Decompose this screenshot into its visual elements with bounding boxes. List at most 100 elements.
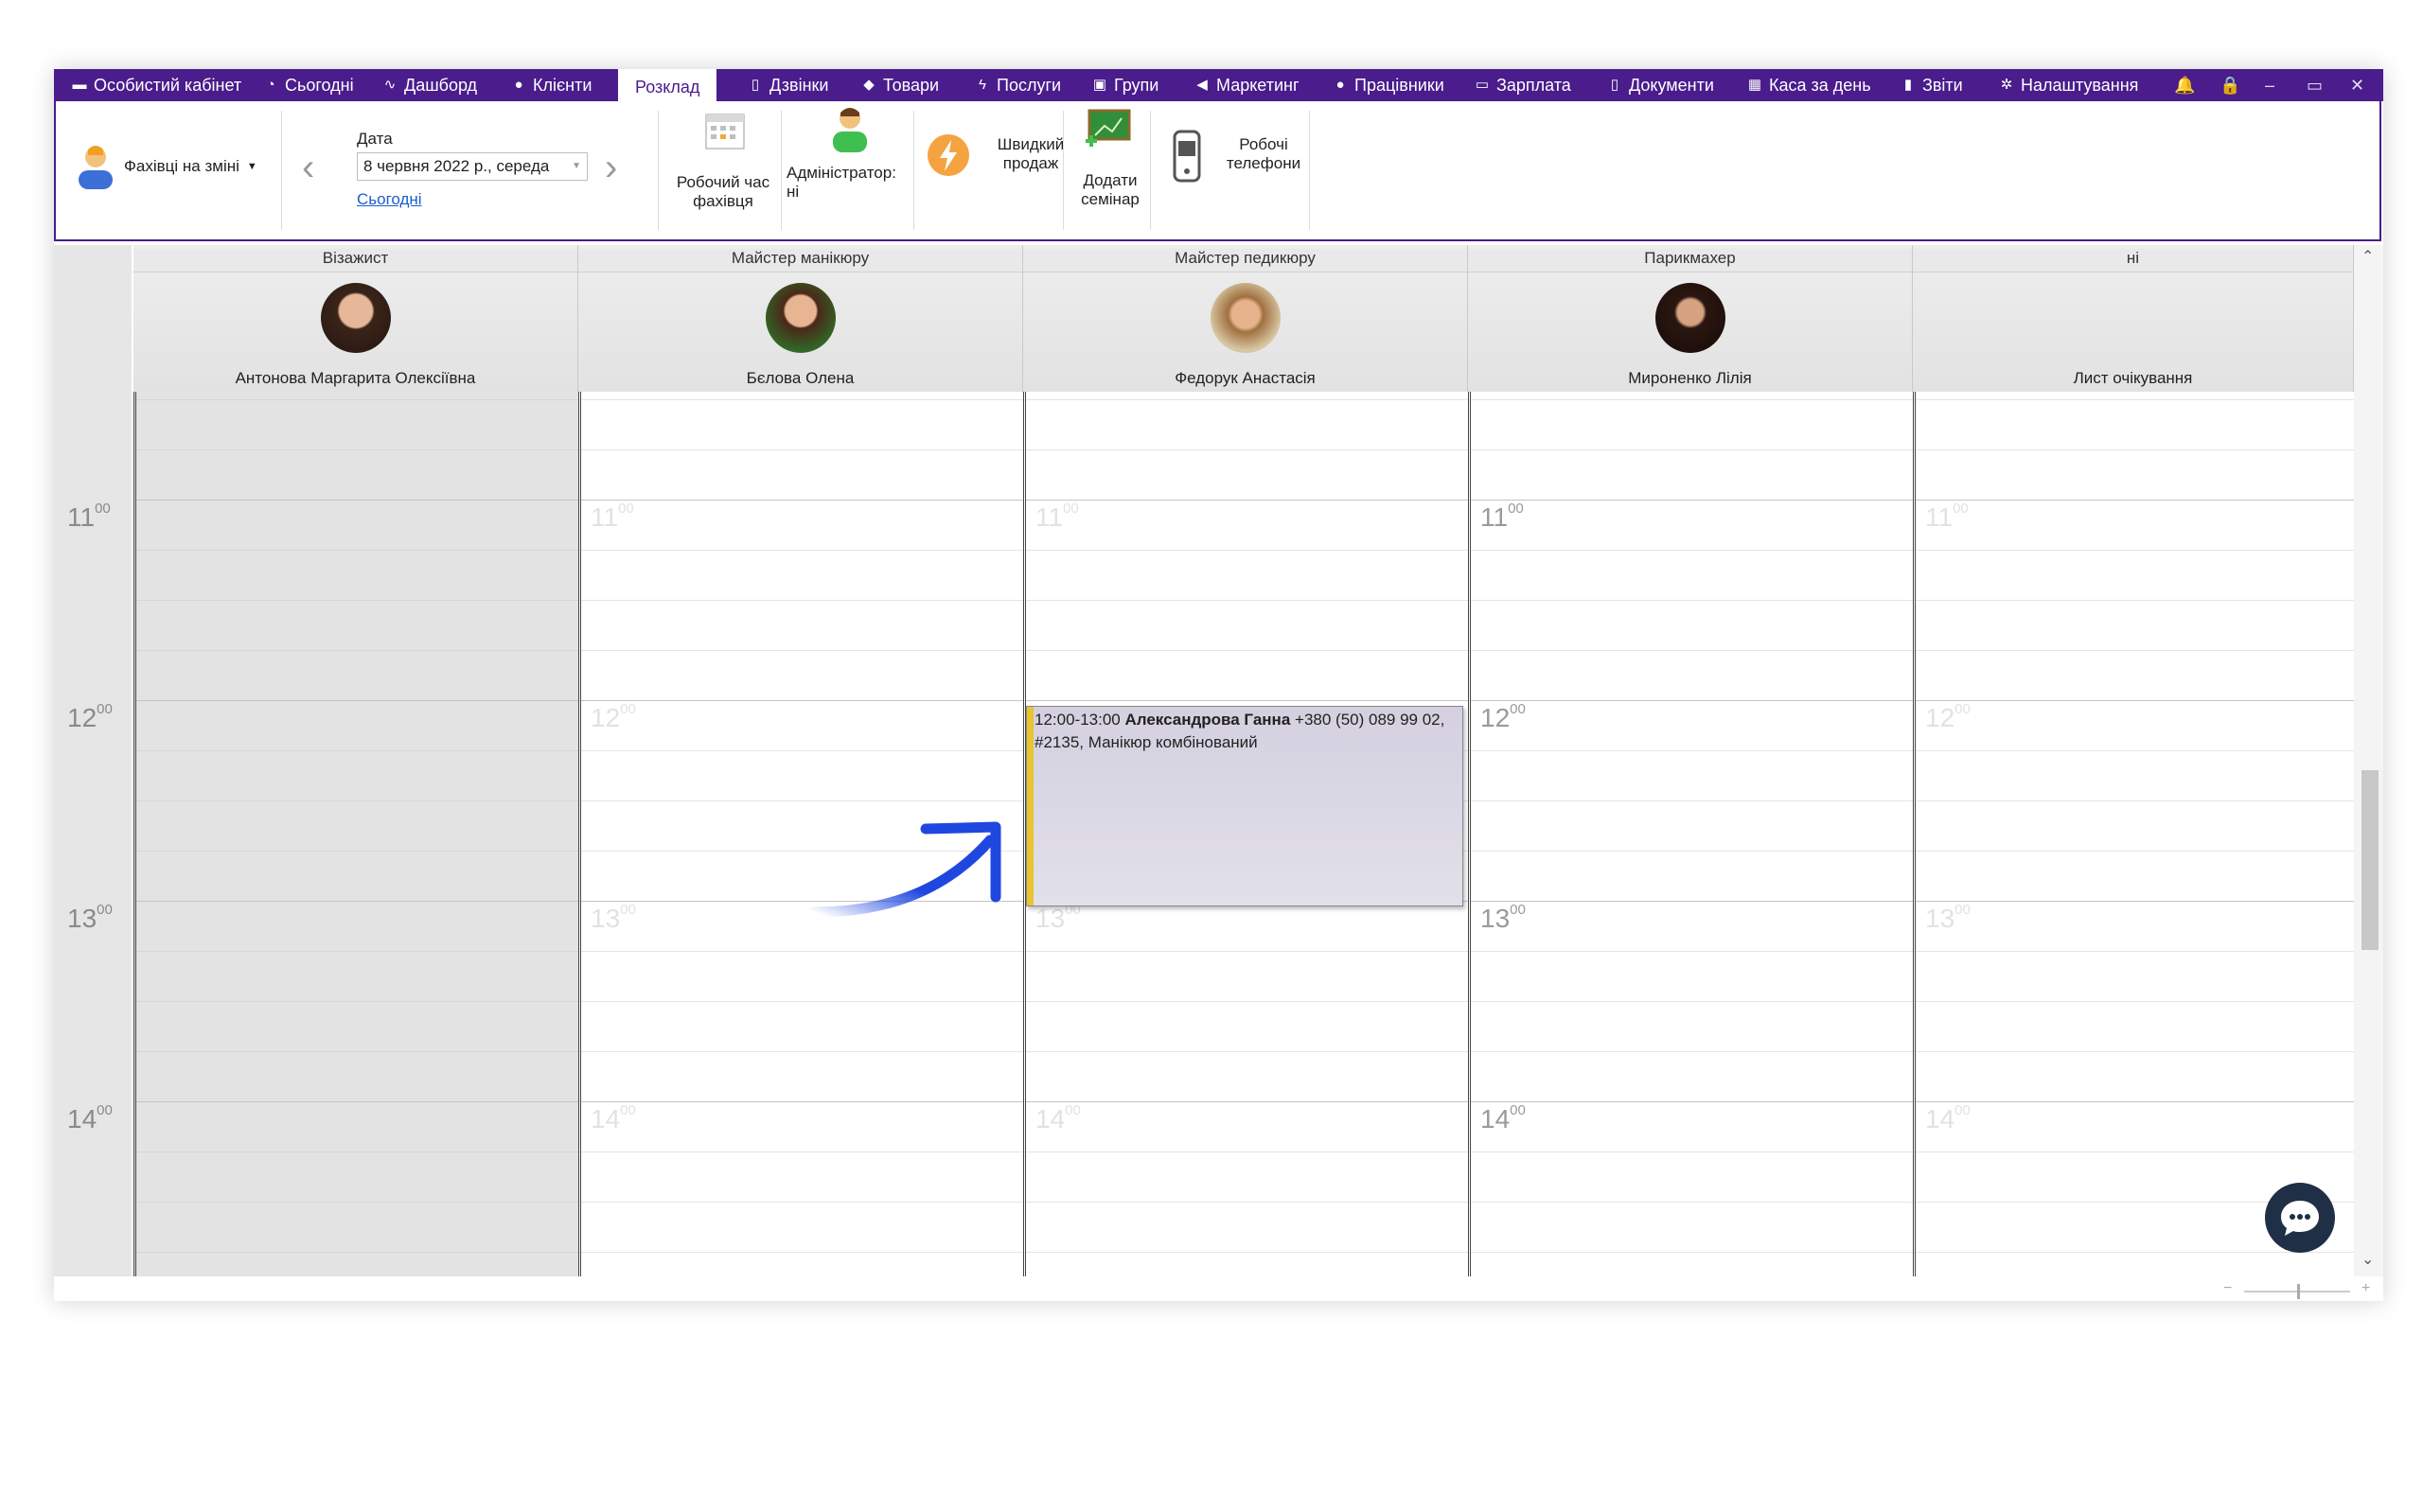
grid-line <box>581 1101 1023 1102</box>
hour-label: 1100 <box>591 501 634 532</box>
zoom-in-icon[interactable]: + <box>2361 1280 2370 1297</box>
separator <box>1150 111 1151 230</box>
avatar <box>1211 283 1281 353</box>
grid-line <box>1916 700 2354 701</box>
grid-line <box>1471 1001 1913 1002</box>
menu-employees[interactable]: ● Працівники <box>1332 69 1443 101</box>
grid-line <box>136 1252 578 1253</box>
menu-dashboard[interactable]: ∿ Дашборд <box>381 69 477 101</box>
grid-line <box>1471 700 1913 701</box>
grid-line <box>1471 750 1913 751</box>
schedule-column[interactable]: 1100 1200 1300 1400 <box>133 392 578 1276</box>
column-header[interactable]: Візажист Антонова Маргарита Олексіївна <box>133 245 578 392</box>
menu-salary[interactable]: ▭ Зарплата <box>1474 69 1571 101</box>
date-picker[interactable]: 8 червня 2022 р., середа ▼ <box>357 152 588 181</box>
menu-services[interactable]: ϟ Послуги <box>974 69 1061 101</box>
appointment-card[interactable]: 12:00-13:00 Александрова Ганна +380 (50)… <box>1026 706 1463 906</box>
grid-line <box>1471 500 1913 501</box>
time-label: 1200 <box>67 701 113 732</box>
minimize-button[interactable]: – <box>2265 69 2274 101</box>
scroll-up-icon[interactable]: ⌃ <box>2361 247 2374 266</box>
column-header[interactable]: Парикмахер Мироненко Лілія <box>1468 245 1913 392</box>
hour-label: 1300 <box>146 902 191 933</box>
grid-line <box>581 399 1023 400</box>
dropdown-arrow-icon: ▼ <box>246 161 257 172</box>
menu-settings[interactable]: ✲ Налаштування <box>1998 69 2139 101</box>
grid-line <box>581 951 1023 952</box>
grid-line <box>136 500 578 501</box>
specialists-on-shift-button[interactable]: Фахівці на зміні ▼ <box>75 143 257 190</box>
menu-personal-cabinet[interactable]: ▬ Особистий кабінет <box>71 69 242 101</box>
chat-icon <box>2281 1201 2319 1236</box>
grid-line <box>581 750 1023 751</box>
next-day-icon[interactable]: › <box>605 147 617 189</box>
scroll-down-icon[interactable]: ⌄ <box>2361 1250 2374 1269</box>
menu-marketing[interactable]: ◀ Маркетинг <box>1194 69 1299 101</box>
schedule-column[interactable]: 1100 1200 1300 1400 <box>1468 392 1913 1276</box>
grid-line <box>581 600 1023 601</box>
column-header[interactable]: ні Лист очікування <box>1913 245 2354 392</box>
person-icon <box>79 146 113 189</box>
work-phones-button[interactable]: Робочі телефони <box>1169 130 1358 196</box>
zoom-slider[interactable]: − + <box>2223 1280 2375 1301</box>
hour-label: 1400 <box>1925 1102 1971 1134</box>
main-menu: ▬ Особистий кабінет ◔ Сьогодні ∿ Дашборд ● К… <box>54 69 2383 105</box>
column-header[interactable]: Майстер манікюру Бєлова Олена <box>578 245 1023 392</box>
menu-calls[interactable]: ▯ Дзвінки <box>747 69 829 101</box>
close-button[interactable]: ✕ <box>2350 69 2364 101</box>
add-seminar-icon <box>1086 109 1131 147</box>
time-label: 1300 <box>67 902 113 933</box>
vertical-scrollbar[interactable]: ⌃ ⌄ <box>2354 245 2383 1276</box>
menu-cash-day[interactable]: ▦ Каса за день <box>1746 69 1871 101</box>
hour-label: 1300 <box>1480 902 1526 933</box>
grid-line <box>1471 650 1913 651</box>
admin-user-icon <box>833 108 867 152</box>
hour-label: 1200 <box>1925 701 1971 732</box>
grid-line <box>1471 1202 1913 1203</box>
menu-documents[interactable]: ▯ Документи <box>1606 69 1714 101</box>
today-link[interactable]: Сьогодні <box>357 190 422 209</box>
grid-line <box>1026 1051 1468 1052</box>
hour-label: 1200 <box>591 701 636 732</box>
bell-icon[interactable]: 🔔 <box>2174 69 2195 101</box>
separator <box>913 111 914 230</box>
time-column: 1100 1200 1300 1400 <box>54 245 132 1276</box>
schedule-column[interactable]: 1100 1300 1400 12:00-13:00 Александрова … <box>1023 392 1468 1276</box>
grid-line <box>136 650 578 651</box>
separator <box>281 111 282 230</box>
column-header[interactable]: Майстер педикюру Федорук Анастасія <box>1023 245 1468 392</box>
grid-line <box>1026 399 1468 400</box>
lock-icon[interactable]: 🔒 <box>2220 69 2240 101</box>
separator <box>781 111 782 230</box>
scroll-thumb[interactable] <box>2361 770 2379 950</box>
schedule-column[interactable]: 1100 1200 1300 1400 <box>1913 392 2354 1276</box>
menu-goods[interactable]: ◆ Товари <box>860 69 939 101</box>
menu-clients[interactable]: ● Клієнти <box>510 69 592 101</box>
time-label: 1100 <box>67 501 111 532</box>
ribbon-toolbar: Фахівці на зміні ▼ ‹ Дата 8 червня 2022 … <box>54 101 2381 241</box>
grid-line <box>581 800 1023 801</box>
megaphone-icon: ◀ <box>1196 77 1208 93</box>
menu-reports[interactable]: ▮ Звіти <box>1900 69 1963 101</box>
grid-line <box>136 1001 578 1002</box>
chat-button[interactable] <box>2265 1183 2335 1253</box>
grid-line <box>1471 600 1913 601</box>
zoom-out-icon[interactable]: − <box>2223 1280 2232 1297</box>
menu-today[interactable]: ◔ Сьогодні <box>262 69 353 101</box>
grid-line <box>581 1252 1023 1253</box>
schedule-grid: 1100 1200 1300 1400 Візажист Антонова Ма… <box>54 245 2383 1276</box>
grid-line <box>1916 399 2354 400</box>
clock-icon: ◔ <box>266 77 275 93</box>
prev-day-icon[interactable]: ‹ <box>302 147 314 189</box>
grid-line <box>136 800 578 801</box>
menu-schedule[interactable]: Розклад <box>618 69 717 105</box>
menu-groups[interactable]: ▣ Групи <box>1091 69 1158 101</box>
hour-label: 1400 <box>1480 1102 1526 1134</box>
zoom-thumb[interactable] <box>2297 1284 2300 1299</box>
maximize-button[interactable]: ▭ <box>2307 69 2323 101</box>
work-time-button[interactable]: Робочий час фахівця <box>667 109 779 232</box>
add-seminar-button[interactable]: Додати семінар <box>1070 107 1150 230</box>
separator <box>1309 111 1310 230</box>
grid-line <box>136 399 578 400</box>
grid-line <box>581 1051 1023 1052</box>
